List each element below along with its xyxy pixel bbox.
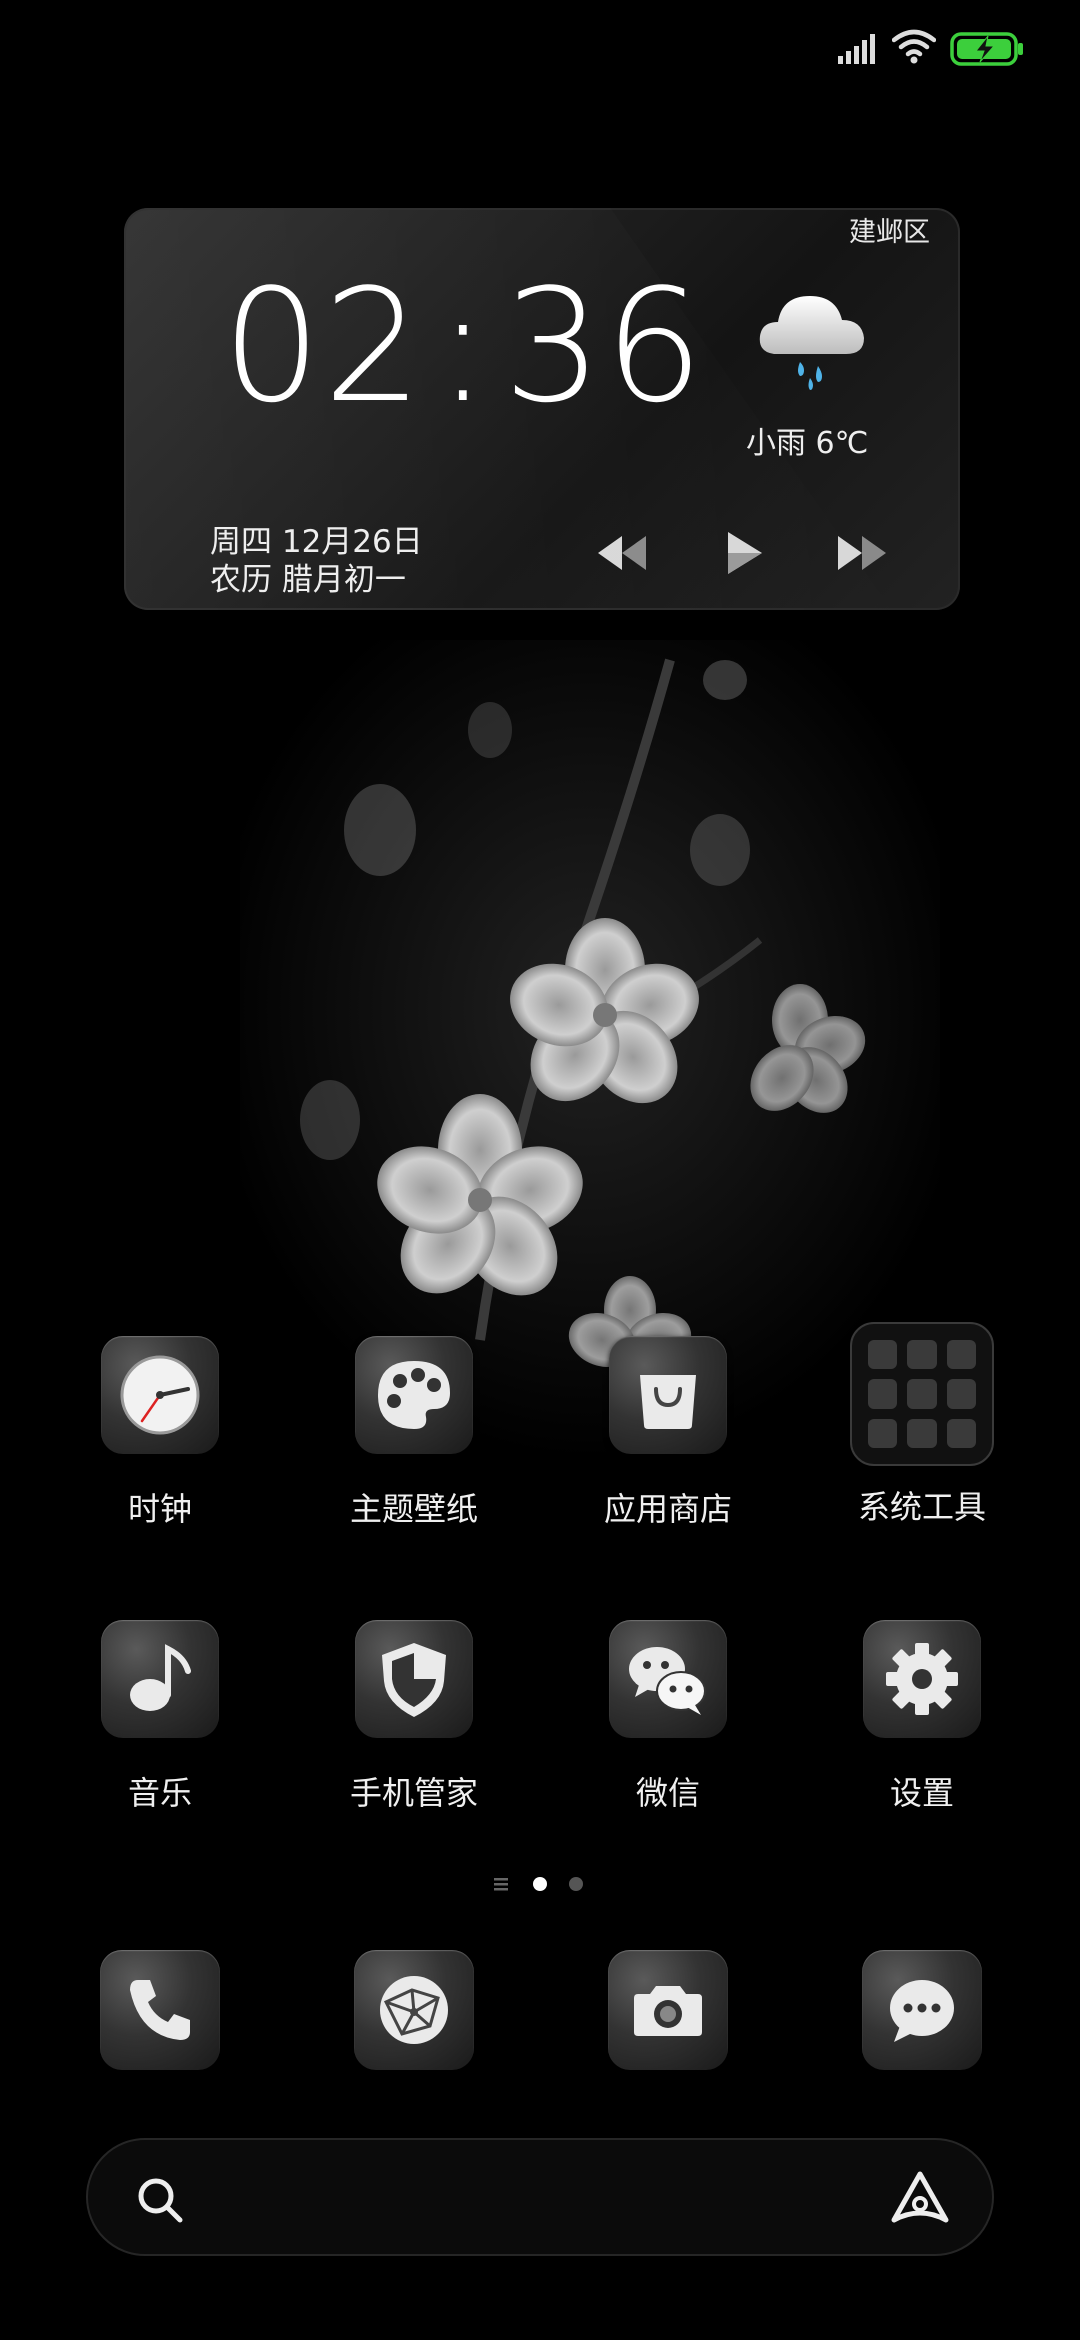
battery-charging-icon: [950, 32, 1023, 66]
signal-icon: [838, 34, 875, 64]
clock-hours: 02: [222, 255, 425, 437]
gear-icon: [863, 1620, 981, 1738]
assistant-icon[interactable]: [888, 2168, 952, 2228]
page-indicator[interactable]: [494, 1872, 594, 1896]
search-bar[interactable]: [86, 2138, 994, 2256]
app-label: 音乐: [127, 1774, 192, 1812]
app-themes[interactable]: 主题壁纸: [324, 1336, 504, 1530]
lunar-date-label: 农历 腊月初一: [210, 562, 406, 598]
browser-icon[interactable]: [354, 1950, 474, 2070]
palette-icon: [355, 1336, 473, 1454]
search-icon[interactable]: [134, 2174, 186, 2226]
phone-icon[interactable]: [100, 1950, 220, 2070]
app-label: 时钟: [127, 1490, 192, 1528]
clock-separator: :: [436, 255, 492, 437]
shield-icon: [355, 1620, 473, 1738]
clock-minutes: 36: [503, 255, 706, 437]
app-store[interactable]: 应用商店: [578, 1336, 758, 1530]
wechat-icon: [609, 1620, 727, 1738]
app-wechat[interactable]: 微信: [578, 1620, 758, 1814]
play-icon[interactable]: [712, 528, 772, 578]
clock-time[interactable]: 02:36: [222, 268, 706, 424]
app-label: 应用商店: [603, 1490, 732, 1528]
weather-summary: 小雨 6℃: [746, 426, 869, 461]
rain-cloud-icon: [759, 296, 864, 390]
app-clock[interactable]: 时钟: [70, 1336, 250, 1530]
next-icon[interactable]: [832, 528, 892, 578]
folder-icon: [850, 1322, 994, 1466]
app-label: 主题壁纸: [349, 1490, 478, 1528]
status-bar: [0, 0, 1080, 100]
app-music[interactable]: 音乐: [70, 1620, 250, 1814]
app-label: 微信: [635, 1774, 700, 1812]
app-label: 手机管家: [349, 1774, 478, 1812]
app-phone-manager[interactable]: 手机管家: [324, 1620, 504, 1814]
messages-icon[interactable]: [862, 1950, 982, 2070]
app-label: 设置: [889, 1774, 954, 1812]
location-label: 建邺区: [849, 217, 930, 248]
camera-icon[interactable]: [608, 1950, 728, 2070]
app-settings[interactable]: 设置: [832, 1620, 1012, 1814]
app-label: 系统工具: [857, 1488, 986, 1526]
previous-icon[interactable]: [592, 528, 652, 578]
music-note-icon: [101, 1620, 219, 1738]
clock-icon: [101, 1336, 219, 1454]
wifi-icon: [892, 29, 936, 64]
shopping-bag-icon: [609, 1336, 727, 1454]
clock-weather-widget[interactable]: 建邺区 02:36 小雨 6℃ 周四 12月26日 农历 腊月初一: [124, 208, 960, 610]
app-folder-system-tools[interactable]: 系统工具: [832, 1322, 1012, 1528]
